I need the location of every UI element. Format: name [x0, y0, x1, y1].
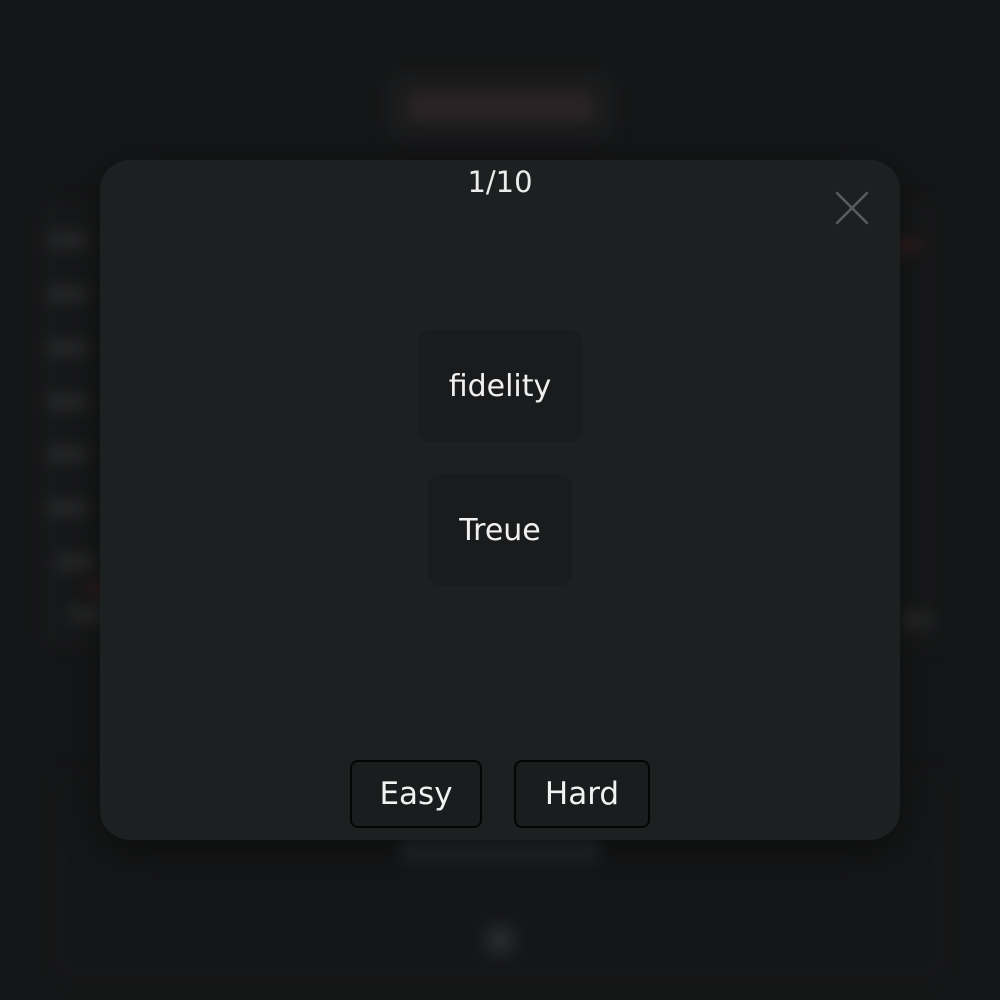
close-button[interactable]: [828, 184, 876, 232]
background-title-text: [408, 92, 593, 122]
background-list-row: [900, 612, 930, 628]
easy-button[interactable]: Easy: [350, 760, 482, 828]
close-icon: [835, 191, 869, 225]
translation-card[interactable]: Treue: [428, 474, 572, 586]
background-bottom-icon: [485, 925, 515, 955]
background-list-row: [48, 394, 88, 410]
term-card[interactable]: fidelity: [418, 330, 582, 442]
background-list-row: [48, 232, 88, 248]
hard-button[interactable]: Hard: [514, 760, 650, 828]
easy-button-label: Easy: [379, 776, 453, 812]
translation-text: Treue: [459, 512, 541, 548]
screen: 1/10 fidelity Treue Easy Hard: [0, 0, 1000, 1000]
background-list-row: [48, 286, 88, 302]
term-text: fidelity: [448, 368, 552, 404]
background-list-row: [48, 446, 88, 462]
hard-button-label: Hard: [544, 776, 620, 812]
background-list-row: [56, 554, 96, 570]
background-list-row: [48, 500, 88, 516]
background-list-row: [48, 340, 88, 356]
